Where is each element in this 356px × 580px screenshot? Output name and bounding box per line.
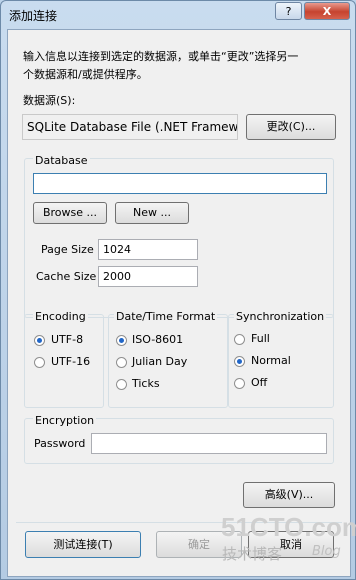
- watermark-subtitle: 技术博客: [222, 545, 283, 563]
- title-bar: 添加连接 ? X: [1, 1, 355, 29]
- window-title: 添加连接: [9, 9, 58, 23]
- password-input[interactable]: [91, 433, 327, 454]
- close-button[interactable]: X: [304, 2, 350, 20]
- password-label: Password: [34, 437, 86, 450]
- cache-size-label: Cache Size: [36, 270, 97, 283]
- page-size-input[interactable]: 1024: [98, 239, 198, 260]
- dialog-window: 添加连接 ? X 输入信息以连接到选定的数据源，或单击“更改”选择另一 个数据源…: [0, 0, 356, 580]
- change-button[interactable]: 更改(C)...: [246, 114, 336, 140]
- datetime-ticks-radio[interactable]: [116, 379, 127, 390]
- sync-normal-radio[interactable]: [234, 356, 245, 367]
- encryption-legend: Encryption: [33, 414, 97, 427]
- datetime-legend: Date/Time Format: [114, 310, 218, 323]
- datasource-label: 数据源(S):: [23, 94, 76, 107]
- datetime-ticks-label: Ticks: [132, 377, 160, 390]
- sync-full-radio[interactable]: [234, 334, 245, 345]
- sync-normal-label: Normal: [251, 354, 291, 367]
- browse-button[interactable]: Browse ...: [33, 202, 107, 224]
- encoding-utf8-radio[interactable]: [34, 335, 45, 346]
- test-connection-button[interactable]: 测试连接(T): [25, 531, 141, 558]
- watermark-logo: 51CTO.com: [221, 512, 356, 542]
- watermark-blog: Blog: [312, 544, 341, 559]
- encoding-utf16-radio[interactable]: [34, 357, 45, 368]
- database-path-input[interactable]: [33, 173, 327, 194]
- help-button[interactable]: ?: [275, 2, 302, 20]
- dialog-body: 输入信息以连接到选定的数据源，或单击“更改”选择另一 个数据源和/或提供程序。 …: [7, 29, 351, 577]
- encoding-legend: Encoding: [33, 310, 88, 323]
- datasource-field: SQLite Database File (.NET Framewc: [22, 114, 238, 140]
- encoding-utf8-label: UTF-8: [51, 333, 84, 346]
- intro-line-1: 输入信息以连接到选定的数据源，或单击“更改”选择另一: [23, 50, 299, 63]
- datetime-iso-label: ISO-8601: [132, 333, 184, 346]
- datetime-iso-radio[interactable]: [116, 335, 127, 346]
- page-size-label: Page Size: [41, 243, 94, 256]
- database-legend: Database: [33, 154, 90, 167]
- sync-off-radio[interactable]: [234, 378, 245, 389]
- datetime-julian-radio[interactable]: [116, 357, 127, 368]
- intro-line-2: 个数据源和/或提供程序。: [23, 68, 148, 81]
- datetime-julian-label: Julian Day: [132, 355, 188, 368]
- sync-full-label: Full: [251, 332, 270, 345]
- sync-legend: Synchronization: [234, 310, 327, 323]
- cache-size-input[interactable]: 2000: [98, 266, 198, 287]
- sync-off-label: Off: [251, 376, 268, 389]
- advanced-button[interactable]: 高级(V)...: [243, 482, 335, 508]
- new-button[interactable]: New ...: [115, 202, 189, 224]
- encoding-utf16-label: UTF-16: [51, 355, 91, 368]
